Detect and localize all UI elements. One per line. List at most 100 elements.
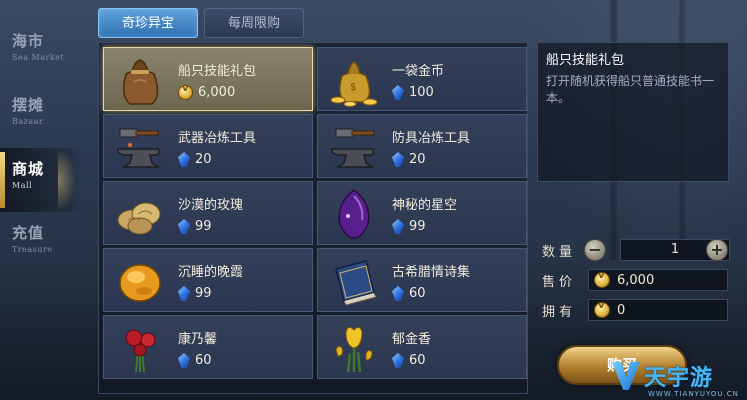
tulip-icon (335, 326, 373, 373)
item-price: 60 (195, 353, 212, 368)
item-name: 康乃馨 (178, 332, 218, 347)
desert-rose-icon (117, 202, 161, 235)
item-price-row: 99 (392, 219, 426, 234)
watermark-text: 天宇游 (644, 366, 714, 391)
gem-icon (392, 219, 404, 234)
item-price-row: 60 (178, 353, 212, 368)
item-card[interactable]: 康乃馨 60 (103, 315, 313, 379)
tab-weekly-limited[interactable]: 每周限购 (204, 8, 304, 38)
item-card[interactable]: $ 一袋金币 100 (317, 47, 527, 111)
item-price: 99 (195, 286, 212, 301)
price-value-box: 6,000 (588, 269, 728, 291)
item-grid: 船只技能礼包 6,000 $ 一袋金币 100 (103, 47, 527, 379)
item-price: 60 (409, 353, 426, 368)
side-menu: 海市 Sea Market 摆摊 Bazaar 商城 Mall 充值 Treas… (0, 20, 80, 276)
detail-description: 打开随机获得船只普通技能书一本。 (546, 74, 715, 105)
coin-icon (178, 83, 193, 100)
item-price: 20 (409, 152, 426, 167)
owned-label: 拥有 (542, 304, 577, 320)
side-item-sublabel: Treasure (12, 245, 53, 254)
item-card[interactable]: 古希腊情诗集 60 (317, 248, 527, 312)
side-item-treasure[interactable]: 充值 Treasure (0, 212, 80, 276)
item-name: 武器冶炼工具 (178, 131, 257, 146)
anvil-hammer-icon (116, 128, 161, 168)
item-name: 沉睡的晚霞 (178, 265, 244, 280)
item-price-row: 20 (178, 152, 212, 167)
owned-value: 0 (617, 302, 626, 318)
price-label: 售价 (542, 274, 577, 290)
item-card[interactable]: 郁金香 60 (317, 315, 527, 379)
purple-gem-icon (338, 189, 370, 239)
side-item-bazaar[interactable]: 摆摊 Bazaar (0, 84, 80, 148)
side-item-sublabel: Sea Market (12, 53, 65, 62)
side-item-label: 海市 (12, 32, 45, 50)
item-name: 沙漠的玫瑰 (178, 198, 244, 213)
item-grid-panel[interactable]: 船只技能礼包 6,000 $ 一袋金币 100 (98, 42, 528, 394)
coin-icon (594, 300, 610, 318)
side-item-sea-market[interactable]: 海市 Sea Market (0, 20, 80, 84)
price-row: 售价 6,000 (542, 268, 732, 292)
item-card[interactable]: 神秘的星空 99 (317, 181, 527, 245)
price-value: 6,000 (617, 272, 655, 288)
item-price: 20 (195, 152, 212, 167)
owned-row: 拥有 0 (542, 298, 732, 322)
item-name: 神秘的星空 (392, 198, 458, 213)
coin-icon (594, 270, 610, 288)
item-card[interactable]: 防具冶炼工具 20 (317, 114, 527, 178)
item-price-row: 20 (392, 152, 426, 167)
carnation-icon (125, 329, 156, 373)
item-name: 一袋金币 (392, 64, 445, 79)
increase-quantity-button[interactable]: + (706, 239, 728, 261)
item-price-row: 100 (392, 85, 434, 100)
gold-coin-bag-icon: $ (330, 61, 378, 107)
detail-title: 船只技能礼包 (546, 53, 625, 68)
item-price-row: 99 (178, 286, 212, 301)
item-price-row: 6,000 (178, 83, 236, 100)
side-item-sublabel: Bazaar (12, 117, 44, 126)
item-card[interactable]: 沙漠的玫瑰 99 (103, 181, 313, 245)
site-watermark: 天宇游 WWW.TIANYUYOU.CN (612, 352, 738, 400)
gem-icon (392, 353, 404, 368)
book-icon (335, 260, 377, 306)
item-name: 防具冶炼工具 (392, 131, 471, 146)
gem-icon (392, 286, 404, 301)
decrease-quantity-button[interactable]: − (584, 239, 606, 261)
watermark-subtext: WWW.TIANYUYOU.CN (648, 390, 739, 398)
anvil-hammer-icon (330, 128, 375, 168)
item-price-row: 99 (178, 219, 212, 234)
watermark-logo-icon (612, 362, 640, 390)
side-item-label: 充值 (12, 224, 45, 242)
item-detail-panel: 船只技能礼包 打开随机获得船只普通技能书一本。 (537, 42, 729, 182)
side-item-sublabel: Mall (12, 181, 33, 190)
tab-rare-treasures[interactable]: 奇珍异宝 (98, 8, 198, 38)
item-price-row: 60 (392, 353, 426, 368)
amber-stone-icon (119, 264, 161, 302)
item-card[interactable]: 沉睡的晚霞 99 (103, 248, 313, 312)
shop-tabs: 奇珍异宝 每周限购 (98, 8, 304, 38)
item-name: 船只技能礼包 (178, 64, 257, 79)
item-name: 郁金香 (392, 332, 432, 347)
gem-icon (178, 353, 190, 368)
svg-text:$: $ (350, 82, 356, 93)
side-item-mall[interactable]: 商城 Mall (0, 148, 80, 212)
item-price: 60 (409, 286, 426, 301)
item-price-row: 60 (392, 286, 426, 301)
gem-icon (392, 85, 404, 100)
item-price: 6,000 (198, 85, 236, 100)
item-name: 古希腊情诗集 (392, 265, 471, 280)
item-price: 100 (409, 85, 434, 100)
treasure-bag-icon (123, 59, 159, 105)
item-price: 99 (195, 219, 212, 234)
owned-value-box: 0 (588, 299, 728, 321)
item-card[interactable]: 船只技能礼包 6,000 (103, 47, 313, 111)
purchase-stats: 数量 − 1 + 售价 6,000 拥有 0 (542, 238, 732, 328)
quantity-row: 数量 − 1 + (542, 238, 732, 262)
gem-icon (392, 152, 404, 167)
quantity-label: 数量 (542, 244, 577, 260)
item-price: 99 (409, 219, 426, 234)
side-item-label: 摆摊 (12, 96, 45, 114)
item-card[interactable]: 武器冶炼工具 20 (103, 114, 313, 178)
side-item-label: 商城 (12, 160, 45, 178)
gem-icon (178, 219, 190, 234)
gem-icon (178, 152, 190, 167)
